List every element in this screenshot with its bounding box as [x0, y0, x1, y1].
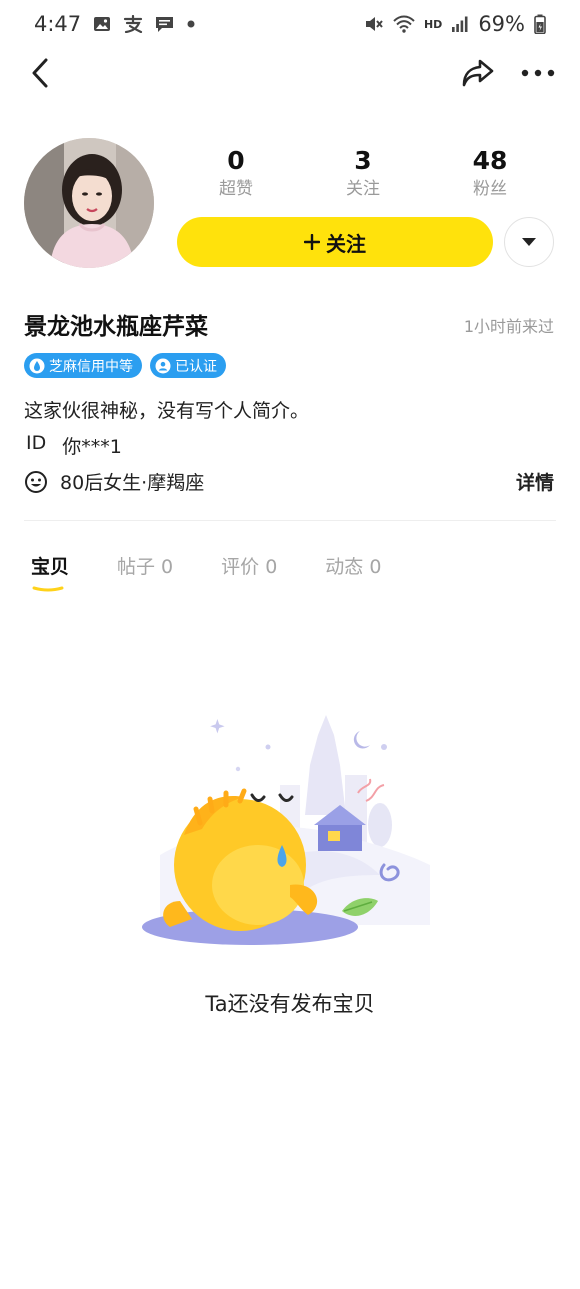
credit-badge[interactable]: 芝麻信用中等	[24, 353, 142, 378]
tab-label: 动态 0	[325, 556, 382, 578]
stat-label: 关注	[346, 179, 380, 199]
alipay-icon	[123, 15, 143, 33]
user-id-row: ID 你***1	[26, 432, 122, 459]
battery-icon	[534, 14, 546, 34]
wifi-icon	[393, 15, 415, 33]
user-tags: 80后女生·摩羯座	[60, 472, 205, 494]
verified-icon	[155, 358, 171, 373]
status-bar: 4:47 HD 69%	[0, 0, 580, 48]
tab-active-underline	[32, 586, 64, 592]
share-button[interactable]	[458, 54, 498, 92]
image-icon	[93, 16, 111, 32]
status-time: 4:47	[34, 12, 82, 36]
share-icon	[462, 59, 494, 87]
more-button[interactable]	[518, 54, 558, 92]
tab-label: 宝贝	[31, 556, 70, 578]
tab-label: 评价 0	[221, 556, 278, 578]
signal-icon	[451, 15, 469, 33]
tab-reviews[interactable]: 评价 0	[214, 552, 284, 592]
plus-icon	[304, 234, 320, 250]
tab-posts[interactable]: 帖子 0	[110, 552, 180, 592]
verified-badge-label: 已认证	[175, 358, 217, 375]
avatar[interactable]	[24, 138, 154, 268]
stat-value: 3	[354, 146, 372, 175]
username: 景龙池水瓶座芹菜	[24, 314, 208, 340]
nav-bar	[0, 48, 580, 98]
details-link[interactable]: 详情	[516, 468, 554, 495]
tab-items[interactable]: 宝贝	[24, 552, 76, 592]
stat-label: 粉丝	[473, 179, 507, 199]
stat-value: 48	[472, 146, 508, 175]
mute-icon	[364, 14, 384, 34]
credit-icon	[29, 358, 45, 373]
last-seen: 1小时前来过	[463, 317, 554, 336]
back-button[interactable]	[22, 54, 58, 92]
tab-activity[interactable]: 动态 0	[318, 552, 388, 592]
back-icon	[32, 58, 48, 88]
stat-followers[interactable]: 48 粉丝	[440, 144, 540, 200]
status-left: 4:47	[34, 12, 196, 36]
caret-down-icon	[522, 238, 536, 246]
bio: 这家伙很神秘，没有写个人简介。	[24, 400, 310, 422]
stat-value: 0	[227, 146, 245, 175]
network-label: HD	[423, 17, 443, 31]
message-icon	[155, 15, 174, 33]
stat-likes[interactable]: 0 超赞	[186, 144, 286, 200]
verified-badge[interactable]: 已认证	[150, 353, 226, 378]
id-value: 你***1	[62, 436, 122, 458]
dot-icon	[186, 19, 196, 29]
follow-button[interactable]: 关注	[177, 217, 493, 267]
credit-badge-label: 芝麻信用中等	[49, 358, 133, 375]
divider	[24, 520, 556, 521]
battery-percent: 69%	[478, 12, 525, 36]
smiley-icon	[25, 470, 47, 493]
follow-label: 关注	[326, 231, 366, 256]
tab-label: 帖子 0	[117, 556, 174, 578]
stat-following[interactable]: 3 关注	[313, 144, 413, 200]
empty-state-message: Ta还没有发布宝贝	[205, 992, 375, 1016]
id-label: ID	[26, 432, 47, 454]
status-right: HD 69%	[364, 12, 546, 36]
content-tabs: 宝贝 帖子 0 评价 0 动态 0	[24, 552, 422, 592]
user-tags-row: 80后女生·摩羯座	[24, 468, 204, 495]
more-options-dropdown-button[interactable]	[504, 217, 554, 267]
empty-state-illustration	[140, 705, 440, 965]
profile-stats: 0 超赞 3 关注 48 粉丝	[172, 144, 552, 204]
more-icon	[521, 69, 555, 77]
badges: 芝麻信用中等 已认证	[24, 353, 226, 378]
stat-label: 超赞	[219, 179, 253, 199]
